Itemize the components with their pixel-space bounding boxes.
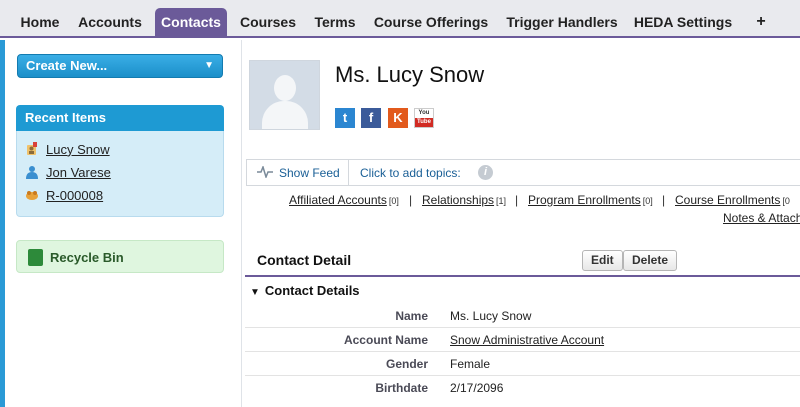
tab-home[interactable]: Home bbox=[8, 8, 72, 38]
recent-item-label[interactable]: Jon Varese bbox=[46, 165, 111, 180]
twitter-icon[interactable]: t bbox=[335, 108, 355, 128]
recent-item-lucy-snow[interactable]: Lucy Snow bbox=[25, 140, 110, 158]
field-label: Account Name bbox=[343, 333, 428, 347]
field-row-birthdate: Birthdate 2/17/2096 bbox=[245, 376, 800, 400]
recent-item-label[interactable]: R-000008 bbox=[46, 188, 103, 203]
related-link-relationships[interactable]: Relationships [1] bbox=[422, 193, 506, 207]
add-tab-icon[interactable]: + bbox=[748, 8, 774, 38]
contact-details-section-toggle[interactable]: ▼ Contact Details bbox=[250, 283, 360, 298]
link-separator: | bbox=[409, 193, 413, 207]
related-link-course-enrollments[interactable]: Course Enrollments [0 bbox=[675, 193, 790, 207]
youtube-icon[interactable]: You Tube bbox=[414, 108, 434, 128]
divider bbox=[348, 160, 349, 185]
field-row-gender: Gender Female bbox=[245, 352, 800, 376]
info-icon[interactable]: i bbox=[478, 165, 493, 180]
feed-pulse-icon bbox=[257, 164, 273, 181]
recent-items-list: Lucy Snow Jon Varese R-000008 bbox=[16, 131, 224, 217]
field-row-name: Name Ms. Lucy Snow bbox=[245, 304, 800, 328]
tab-accounts[interactable]: Accounts bbox=[72, 8, 148, 38]
field-value: 2/17/2096 bbox=[450, 381, 504, 395]
tab-course-offerings[interactable]: Course Offerings bbox=[369, 8, 493, 38]
facebook-icon[interactable]: f bbox=[361, 108, 381, 128]
related-link-affiliated-accounts[interactable]: Affiliated Accounts [0] bbox=[289, 193, 399, 207]
recent-item-r-000008[interactable]: R-000008 bbox=[25, 186, 103, 204]
link-separator: | bbox=[662, 193, 666, 207]
tab-heda-settings[interactable]: HEDA Settings bbox=[630, 8, 736, 38]
contact-detail-header: Contact Detail Edit Delete bbox=[245, 243, 800, 277]
recent-item-jon-varese[interactable]: Jon Varese bbox=[25, 163, 111, 181]
field-label: Birthdate bbox=[375, 381, 428, 395]
recycle-bin[interactable]: Recycle Bin bbox=[16, 240, 224, 273]
person-icon bbox=[25, 165, 39, 179]
show-feed-link[interactable]: Show Feed bbox=[279, 166, 340, 180]
contact-card-icon bbox=[25, 142, 39, 156]
recent-items-header: Recent Items bbox=[16, 105, 224, 131]
relationship-icon bbox=[25, 188, 39, 202]
create-new-dropdown[interactable]: Create New... ▼ bbox=[17, 54, 223, 78]
section-title: Contact Details bbox=[264, 283, 360, 298]
field-value: Ms. Lucy Snow bbox=[450, 309, 532, 323]
recent-item-label[interactable]: Lucy Snow bbox=[46, 142, 110, 157]
edit-button[interactable]: Edit bbox=[582, 250, 623, 271]
field-value: Female bbox=[450, 357, 491, 371]
field-row-account-name: Account Name Snow Administrative Account bbox=[245, 328, 800, 352]
recycle-bin-icon bbox=[28, 249, 43, 266]
recycle-bin-label: Recycle Bin bbox=[50, 250, 124, 265]
contact-detail-title: Contact Detail bbox=[257, 252, 352, 268]
delete-button[interactable]: Delete bbox=[623, 250, 678, 271]
field-label: Name bbox=[395, 309, 428, 323]
related-link-program-enrollments[interactable]: Program Enrollments [0] bbox=[528, 193, 653, 207]
tab-trigger-handlers[interactable]: Trigger Handlers bbox=[501, 8, 623, 38]
link-separator: | bbox=[515, 193, 519, 207]
tab-terms[interactable]: Terms bbox=[309, 8, 361, 38]
tab-contacts[interactable]: Contacts bbox=[155, 8, 227, 38]
related-link-notes-attachments[interactable]: Notes & Attach bbox=[723, 211, 800, 225]
collapse-triangle-icon: ▼ bbox=[250, 287, 260, 298]
field-label: Gender bbox=[385, 357, 428, 371]
contact-photo-placeholder[interactable] bbox=[249, 60, 320, 130]
page-title: Ms. Lucy Snow bbox=[335, 62, 485, 87]
tab-courses[interactable]: Courses bbox=[234, 8, 302, 38]
account-name-link[interactable]: Snow Administrative Account bbox=[450, 333, 604, 347]
chevron-down-icon: ▼ bbox=[204, 60, 214, 71]
klout-icon[interactable]: K bbox=[388, 108, 408, 128]
feed-bar: Show Feed Click to add topics: i bbox=[246, 159, 800, 186]
create-new-label: Create New... bbox=[26, 58, 108, 73]
top-tab-bar: Home Accounts Contacts Courses Terms Cou… bbox=[0, 0, 800, 38]
add-topics-link[interactable]: Click to add topics: bbox=[360, 166, 461, 180]
sidebar bbox=[5, 40, 242, 407]
